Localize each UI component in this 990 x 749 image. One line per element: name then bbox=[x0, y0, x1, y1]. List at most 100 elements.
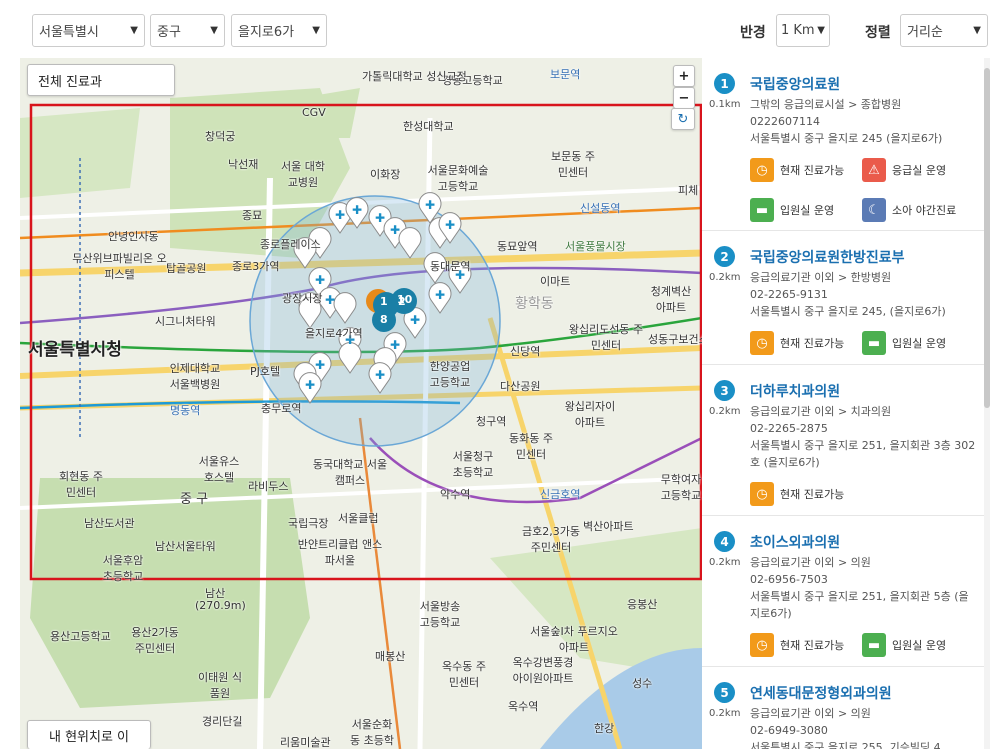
list-item[interactable]: 2 0.2km 국립중앙의료원한방진료부 응급의료기관 이외 > 한방병원 02… bbox=[702, 231, 984, 365]
hospital-name[interactable]: 더하루치과의원 bbox=[750, 381, 840, 401]
map-label: 약수역 bbox=[440, 488, 471, 501]
map-label: 종묘 bbox=[242, 209, 263, 222]
hospital-phone: 0222607114 bbox=[750, 115, 820, 128]
hospital-name[interactable]: 국립중앙의료원 bbox=[750, 74, 840, 94]
hospital-category: 그밖의 응급의료시설 > 종합병원 bbox=[750, 98, 902, 111]
status-tag: ◷ 현재 진료가능 bbox=[750, 331, 844, 355]
map-label: 시그니처타워 bbox=[155, 315, 216, 328]
map-label: 중 구 bbox=[180, 492, 209, 507]
map-label: 황학동 bbox=[515, 296, 554, 312]
map-label: 다산공원 bbox=[500, 380, 541, 393]
map-label: 이태원 식품원 bbox=[198, 671, 242, 700]
map-label: 한강 bbox=[594, 722, 615, 735]
map-label: 서울 대학교병원 bbox=[281, 160, 325, 189]
my-location-button[interactable]: 내 현위치로 이 bbox=[27, 720, 151, 749]
sort-select[interactable]: 거리순 ▼ bbox=[900, 14, 988, 47]
hospital-name[interactable]: 국립중앙의료원한방진료부 bbox=[750, 247, 905, 267]
list-item[interactable]: 5 0.2km 연세동대문정형외과의원 응급의료기관 이외 > 의원 02-69… bbox=[702, 667, 984, 749]
chevron-down-icon: ▼ bbox=[130, 25, 138, 36]
park-namsan bbox=[30, 478, 310, 708]
city-select-value: 서울특별시 bbox=[39, 25, 99, 40]
map-label: 서울순화동 초등학교 bbox=[350, 718, 394, 747]
map-label: 리움미술관 bbox=[280, 736, 331, 749]
map-label: 동국대학교 서울캠퍼스 bbox=[312, 458, 388, 487]
status-tag: ◷ 현재 진료가능 bbox=[750, 633, 844, 657]
department-filter-button[interactable]: 전체 진료과 bbox=[27, 64, 175, 96]
map-label: 창덕궁 bbox=[205, 130, 236, 143]
svg-text:✚: ✚ bbox=[445, 218, 455, 232]
svg-text:✚: ✚ bbox=[390, 223, 400, 237]
rank-badge: 5 bbox=[714, 682, 735, 703]
svg-text:✚: ✚ bbox=[315, 358, 325, 372]
map-label: 성수 bbox=[632, 677, 653, 690]
hospital-name[interactable]: 초이스외과의원 bbox=[750, 532, 840, 552]
list-item[interactable]: 1 0.1km 국립중앙의료원 그밖의 응급의료시설 > 종합병원 022260… bbox=[702, 58, 984, 231]
svg-text:✚: ✚ bbox=[435, 288, 445, 302]
chevron-down-icon: ▼ bbox=[312, 25, 320, 36]
zoom-in-button[interactable]: + bbox=[673, 65, 695, 87]
map-label: 옥수강변풍경 아이원아파트 bbox=[512, 656, 574, 685]
map-label: 성동구보건소 bbox=[648, 333, 702, 346]
map-label: 동화동 주민센터 bbox=[509, 432, 553, 461]
map-label: 이마트 bbox=[540, 275, 571, 288]
map-label: PJ호텔 bbox=[250, 365, 281, 378]
map-label: 탑골공원 bbox=[166, 262, 207, 275]
clock-icon: ◷ bbox=[750, 633, 774, 657]
status-tag: ◷ 현재 진료가능 bbox=[750, 482, 844, 506]
sort-label: 정렬 bbox=[865, 25, 891, 41]
map-label: 왕십리도선동 주민센터 bbox=[568, 323, 644, 352]
hospital-category: 응급의료기관 이외 > 의원 bbox=[750, 556, 871, 569]
map-label: 청구역 bbox=[476, 415, 507, 428]
zoom-out-button[interactable]: − bbox=[673, 87, 695, 109]
map-label: 경리단길 bbox=[202, 715, 243, 728]
svg-text:✚: ✚ bbox=[325, 293, 335, 307]
map-label: 반얀트리클럽 앤스파서울 bbox=[297, 538, 383, 567]
list-item[interactable]: 4 0.2km 초이스외과의원 응급의료기관 이외 > 의원 02-6956-7… bbox=[702, 516, 984, 667]
map-label: 안녕인사동 bbox=[108, 230, 159, 243]
refresh-icon[interactable]: ↻ bbox=[671, 108, 695, 130]
map-label: 회현동 주민센터 bbox=[59, 470, 103, 499]
map-label: (270.9m) bbox=[195, 599, 246, 612]
map-label: 벽산아파트 bbox=[583, 520, 634, 533]
hospital-address: 서울특별시 중구 을지로 255, 기승빌딩 4 bbox=[750, 741, 941, 749]
radius-select-value: 1 Km bbox=[781, 23, 815, 38]
map-label: 명동역 bbox=[170, 404, 201, 417]
map-label: 남산도서관 bbox=[84, 517, 135, 530]
sort-select-value: 거리순 bbox=[907, 25, 943, 40]
hospital-name[interactable]: 연세동대문정형외과의원 bbox=[750, 683, 892, 703]
district-select[interactable]: 중구 ▼ bbox=[150, 14, 225, 47]
city-select[interactable]: 서울특별시 ▼ bbox=[32, 14, 145, 47]
map-label: 왕십리자이 아파트 bbox=[564, 400, 616, 429]
rank-badge: 3 bbox=[714, 380, 735, 401]
svg-text:✚: ✚ bbox=[375, 368, 385, 382]
map-label: 남산서울타워 bbox=[155, 540, 216, 553]
map-label: 충무로역 bbox=[261, 402, 302, 415]
status-tag: ◷ 현재 진료가능 bbox=[750, 158, 844, 182]
status-tag: ▬ 입원실 운영 bbox=[862, 331, 946, 355]
hospital-category: 응급의료기관 이외 > 의원 bbox=[750, 707, 871, 720]
filter-bar: 서울특별시 ▼ 중구 ▼ 을지로6가 ▼ 반경 1 Km ▼ 정렬 거리순 ▼ bbox=[0, 0, 990, 58]
distance: 0.2km bbox=[709, 708, 741, 719]
map-label: 금호2,3가동 주민센터 bbox=[522, 525, 580, 554]
scrollbar-thumb[interactable] bbox=[984, 68, 990, 408]
map-label: 서울방송 고등학교 bbox=[419, 600, 461, 629]
tag-label: 현재 진료가능 bbox=[780, 164, 845, 177]
map-label: 종로플레이스 bbox=[260, 238, 321, 251]
chevron-down-icon: ▼ bbox=[817, 25, 825, 36]
hospital-category: 응급의료기관 이외 > 치과의원 bbox=[750, 405, 892, 418]
map-view[interactable]: ✚ ✚ ✚ ✚ ✚ ✚ ✚ ✚ ✚ ✚ ✚ ✚ ✚ ✚ ✚ ✚ 1 2 10 8 서울특별시청 … bbox=[20, 58, 702, 749]
cluster-count: 1 bbox=[380, 295, 388, 308]
clock-icon: ◷ bbox=[750, 331, 774, 355]
rank-badge: 4 bbox=[714, 531, 735, 552]
map-label: 국립극장 bbox=[288, 517, 329, 530]
bed-icon: ▬ bbox=[862, 633, 886, 657]
radius-select[interactable]: 1 Km ▼ bbox=[776, 14, 830, 47]
dong-select[interactable]: 을지로6가 ▼ bbox=[231, 14, 327, 47]
map-label: 서울특별시청 bbox=[28, 340, 122, 360]
tag-label: 입원실 운영 bbox=[780, 204, 835, 217]
clock-icon: ◷ bbox=[750, 158, 774, 182]
map-label: CGV bbox=[302, 106, 326, 119]
bed-icon: ▬ bbox=[750, 198, 774, 222]
map-label: 서울후암 초등학교 bbox=[102, 554, 144, 583]
list-item[interactable]: 3 0.2km 더하루치과의원 응급의료기관 이외 > 치과의원 02-2265… bbox=[702, 365, 984, 516]
